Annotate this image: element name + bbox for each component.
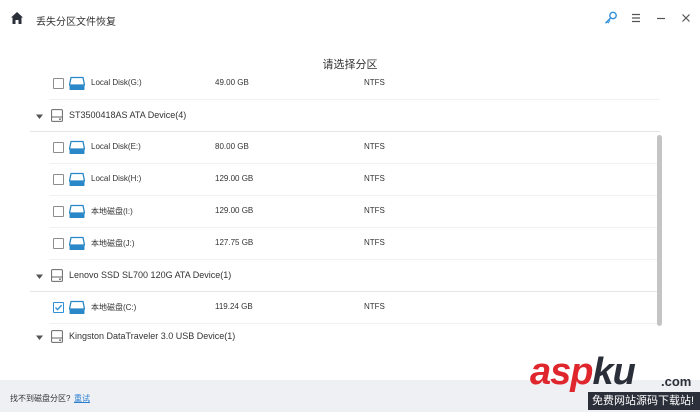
hard-disk-icon bbox=[69, 204, 85, 218]
scrollbar-thumb[interactable] bbox=[657, 135, 662, 326]
device-row[interactable]: Lenovo SSD SL700 120G ATA Device(1) bbox=[0, 260, 660, 292]
close-icon[interactable] bbox=[678, 10, 694, 26]
collapse-triangle-icon[interactable] bbox=[36, 334, 43, 341]
retry-link[interactable]: 重试 bbox=[74, 393, 90, 404]
partition-row[interactable]: 本地磁盘(J:) 127.75 GB NTFS bbox=[0, 228, 660, 260]
partition-name: Local Disk(G:) bbox=[91, 78, 142, 87]
partition-filesystem: NTFS bbox=[364, 238, 385, 247]
partition-name: 本地磁盘(J:) bbox=[91, 239, 135, 248]
partition-filesystem: NTFS bbox=[364, 302, 385, 311]
partition-checkbox[interactable] bbox=[53, 174, 64, 185]
partition-name: Local Disk(E:) bbox=[91, 142, 141, 151]
partition-size: 49.00 GB bbox=[215, 78, 249, 87]
partition-list: Local Disk(G:) 49.00 GB NTFS ST3500418AS… bbox=[0, 68, 700, 344]
partition-row[interactable]: 本地磁盘(C:) 119.24 GB NTFS bbox=[0, 292, 660, 324]
device-row[interactable]: Kingston DataTraveler 3.0 USB Device(1) bbox=[0, 321, 660, 344]
partition-size: 129.00 GB bbox=[215, 174, 254, 183]
device-name: Kingston DataTraveler 3.0 USB Device(1) bbox=[69, 331, 236, 341]
title-bar: 丢失分区文件恢复 bbox=[0, 0, 700, 38]
hard-disk-icon bbox=[69, 172, 85, 186]
no-partition-question: 找不到磁盘分区? bbox=[10, 394, 71, 403]
drive-icon bbox=[51, 269, 63, 282]
partition-checkbox[interactable] bbox=[53, 142, 64, 153]
minimize-icon[interactable] bbox=[653, 10, 669, 26]
watermark-red-text: asp bbox=[530, 351, 593, 393]
menu-icon[interactable] bbox=[628, 10, 644, 26]
app-title: 丢失分区文件恢复 bbox=[36, 17, 116, 28]
partition-name: 本地磁盘(I:) bbox=[91, 207, 133, 216]
partition-size: 119.24 GB bbox=[215, 302, 253, 311]
hard-disk-icon bbox=[69, 236, 85, 250]
drive-icon bbox=[51, 330, 63, 343]
partition-name: Local Disk(H:) bbox=[91, 174, 142, 183]
partition-checkbox[interactable] bbox=[53, 238, 64, 249]
partition-checkbox[interactable] bbox=[53, 78, 64, 89]
partition-filesystem: NTFS bbox=[364, 206, 385, 215]
partition-size: 80.00 GB bbox=[215, 142, 249, 151]
partition-row[interactable]: Local Disk(H:) 129.00 GB NTFS bbox=[0, 164, 660, 196]
partition-checkbox-checked[interactable] bbox=[53, 302, 64, 313]
partition-name: 本地磁盘(C:) bbox=[91, 303, 137, 312]
partition-row[interactable]: Local Disk(E:) 80.00 GB NTFS bbox=[0, 132, 660, 164]
partition-size: 127.75 GB bbox=[215, 238, 254, 247]
partition-row[interactable]: 本地磁盘(I:) 129.00 GB NTFS bbox=[0, 196, 660, 228]
watermark-dark-text: ku bbox=[592, 351, 635, 393]
watermark-suffix: .com bbox=[661, 374, 692, 389]
watermark-logo: aspku .com 免费网站源码下载站! bbox=[520, 348, 700, 412]
drive-icon bbox=[51, 109, 63, 122]
partition-filesystem: NTFS bbox=[364, 174, 385, 183]
partition-filesystem: NTFS bbox=[364, 78, 385, 87]
watermark-text: aspku bbox=[530, 351, 636, 393]
hard-disk-icon bbox=[69, 140, 85, 154]
hard-disk-icon bbox=[69, 76, 85, 90]
key-icon[interactable] bbox=[603, 10, 619, 26]
partition-checkbox[interactable] bbox=[53, 206, 64, 217]
device-name: ST3500418AS ATA Device(4) bbox=[69, 110, 187, 120]
watermark-subtext: 免费网站源码下载站! bbox=[588, 392, 700, 410]
partition-filesystem: NTFS bbox=[364, 142, 385, 151]
partition-row[interactable]: Local Disk(G:) 49.00 GB NTFS bbox=[0, 68, 660, 100]
hard-disk-icon bbox=[69, 300, 85, 314]
checkmark-icon bbox=[55, 304, 63, 311]
collapse-triangle-icon[interactable] bbox=[36, 273, 43, 280]
home-icon[interactable] bbox=[10, 11, 24, 25]
partition-size: 129.00 GB bbox=[215, 206, 254, 215]
device-row[interactable]: ST3500418AS ATA Device(4) bbox=[0, 100, 660, 132]
collapse-triangle-icon[interactable] bbox=[36, 113, 43, 120]
device-name: Lenovo SSD SL700 120G ATA Device(1) bbox=[69, 270, 232, 280]
